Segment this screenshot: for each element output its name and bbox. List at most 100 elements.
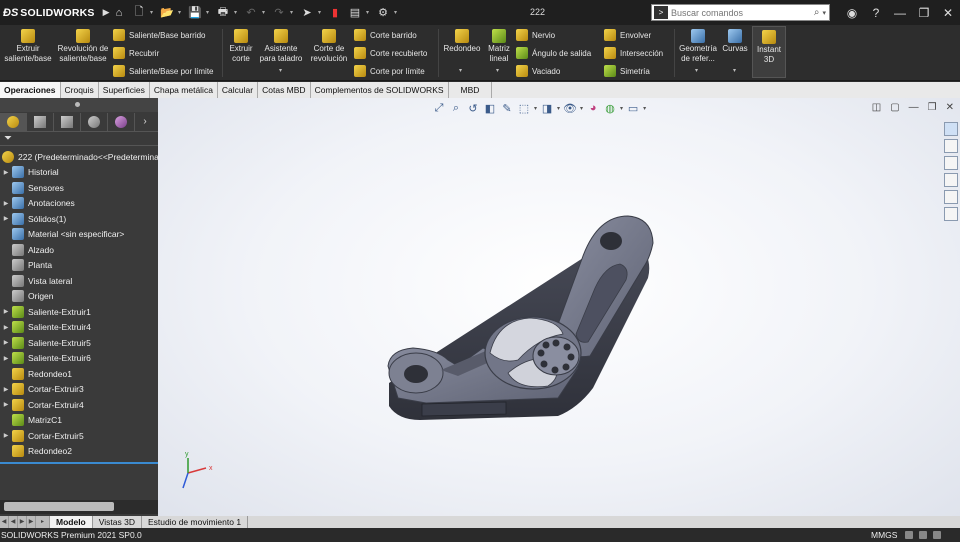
lofted-cut-button[interactable]: Corte recubierto (354, 45, 427, 61)
tree-item[interactable]: ▶ Historial (0, 165, 158, 181)
chevron-down-icon[interactable]: ▾ (150, 9, 156, 16)
close-icon[interactable]: ✕ (936, 6, 960, 20)
horizontal-scrollbar[interactable] (4, 502, 114, 511)
settings-icon[interactable] (933, 531, 941, 539)
extrude-boss-button[interactable]: Extruir saliente/base (2, 29, 54, 63)
solidworks-logo[interactable]: ƉS SOLIDWORKS ▶ (0, 7, 110, 19)
filter-icon[interactable]: ⏷ (0, 132, 158, 146)
rib-button[interactable]: Nervio (516, 27, 555, 43)
swept-cut-button[interactable]: Corte barrido (354, 27, 417, 43)
tree-item[interactable]: ▶ Saliente-Extruir6 (0, 351, 158, 367)
tree-item[interactable]: Vista lateral (0, 273, 158, 289)
redo-icon[interactable]: ↷ (270, 4, 288, 22)
tree-item[interactable]: ▶ Saliente-Extruir4 (0, 320, 158, 336)
chevron-down-icon[interactable]: ▾ (290, 9, 296, 16)
tab-evaluate[interactable]: Calcular (218, 82, 259, 98)
tab-sheet-metal[interactable]: Chapa metálica (150, 82, 218, 98)
home-icon[interactable]: ⌂ (110, 4, 128, 22)
expand-arrow-icon[interactable]: ▶ (0, 401, 12, 408)
tree-item[interactable]: MatrizC1 (0, 413, 158, 429)
dimxpert-tab-icon[interactable] (81, 112, 108, 131)
open-icon[interactable]: 📂 (158, 4, 176, 22)
tree-item[interactable]: Material <sin especificar> (0, 227, 158, 243)
chevron-down-icon[interactable]: ▾ (822, 9, 829, 17)
tree-item[interactable]: ▶ Sólidos(1) (0, 211, 158, 227)
tab-sketch[interactable]: Croquis (61, 82, 99, 98)
rebuild-icon[interactable]: ▮ (326, 4, 344, 22)
new-document-icon[interactable]: 🗋 (130, 4, 148, 22)
last-tab-icon[interactable]: ▶ (27, 516, 36, 528)
chevron-down-icon[interactable]: ▾ (366, 9, 372, 16)
search-icon[interactable]: ⌕ (814, 7, 823, 18)
chevron-down-icon[interactable]: ▾ (262, 9, 268, 16)
tree-root-part[interactable]: 222 (Predeterminado<<Predeterminado (0, 149, 158, 165)
expand-arrow-icon[interactable]: ▶ (0, 355, 12, 362)
curves-button[interactable]: Curvas (721, 29, 749, 54)
chevron-down-icon[interactable]: ▾ (733, 67, 736, 74)
chevron-down-icon[interactable]: ▾ (318, 9, 324, 16)
expand-arrow-icon[interactable]: ▶ (0, 200, 12, 207)
chevron-down-icon[interactable]: ▾ (178, 9, 184, 16)
linear-pattern-button[interactable]: Matriz lineal (484, 29, 514, 63)
lofted-boss-button[interactable]: Recubrir (113, 45, 159, 61)
featuremanager-tab-icon[interactable] (0, 112, 27, 131)
next-tab-icon[interactable]: ▶ (18, 516, 27, 528)
expand-arrow-icon[interactable]: ▶ (0, 339, 12, 346)
first-tab-icon[interactable]: ◀ (0, 516, 9, 528)
swept-boss-button[interactable]: Saliente/Base barrido (113, 27, 206, 43)
boundary-cut-button[interactable]: Corte por límite (354, 63, 425, 79)
configurationmanager-tab-icon[interactable] (54, 112, 81, 131)
reference-geometry-button[interactable]: Geometría de refer... (677, 29, 719, 63)
select-cursor-icon[interactable]: ➤ (298, 4, 316, 22)
help-icon[interactable]: ? (864, 6, 888, 20)
chevron-down-icon[interactable]: ▾ (234, 9, 240, 16)
print-icon[interactable]: 🖶 (214, 4, 232, 22)
tree-item[interactable]: ▶ Cortar-Extruir4 (0, 397, 158, 413)
tab-surfaces[interactable]: Superficies (99, 82, 150, 98)
tab-motion-study[interactable]: Estudio de movimiento 1 (142, 516, 249, 528)
tree-item[interactable]: Origen (0, 289, 158, 305)
chevron-down-icon[interactable]: ▾ (206, 9, 212, 16)
hole-wizard-button[interactable]: Asistente para taladro (257, 29, 305, 63)
chevron-down-icon[interactable]: ▾ (279, 67, 282, 74)
draft-button[interactable]: Ángulo de salida (516, 45, 591, 61)
tab-addins[interactable]: Complementos de SOLIDWORKS (311, 82, 449, 98)
search-input[interactable] (671, 7, 814, 18)
expand-arrow-icon[interactable]: ▶ (0, 432, 12, 439)
tab-features[interactable]: Operaciones (0, 82, 61, 98)
propertymanager-tab-icon[interactable] (27, 112, 54, 131)
display-manager-tab-icon[interactable] (108, 112, 135, 131)
undo-icon[interactable]: ↶ (242, 4, 260, 22)
graphics-area[interactable]: ⤢ ⌕ ↺ ◧ ✎ ⬚ ▾ ◨ ▾ 👁 ▾ ◕ ◍ ▾ ▭ ▾ ◫ ▢ — ❐ ✕ (158, 98, 960, 516)
part-model[interactable]: x y (158, 98, 960, 516)
tree-item[interactable]: ▶ Cortar-Extruir5 (0, 428, 158, 444)
tree-item[interactable]: ▶ Cortar-Extruir3 (0, 382, 158, 398)
units-selector[interactable]: MMGS (871, 528, 897, 542)
rollback-bar[interactable] (0, 462, 158, 464)
minimize-icon[interactable]: — (888, 6, 912, 20)
search-commands-box[interactable]: > ⌕ ▾ (651, 4, 830, 21)
rebuild-status-icon[interactable] (919, 531, 927, 539)
tree-item[interactable]: Redondeo1 (0, 366, 158, 382)
user-account-icon[interactable]: ◉ (840, 6, 864, 20)
instant3d-button[interactable]: Instant 3D (752, 26, 786, 78)
tab-mbd-dimensions[interactable]: Cotas MBD (258, 82, 311, 98)
revolve-boss-button[interactable]: Revolución de saliente/base (56, 29, 110, 63)
chevron-down-icon[interactable]: ▾ (695, 67, 698, 74)
tree-item[interactable]: Planta (0, 258, 158, 274)
revolved-cut-button[interactable]: Corte de revolución (306, 29, 352, 63)
extruded-cut-button[interactable]: Extruir corte (226, 29, 256, 63)
tree-item[interactable]: Alzado (0, 242, 158, 258)
tree-item[interactable]: Redondeo2 (0, 444, 158, 460)
wrap-button[interactable]: Envolver (604, 27, 651, 43)
panel-handle[interactable] (75, 102, 80, 107)
tree-item[interactable]: ▶ Saliente-Extruir5 (0, 335, 158, 351)
tree-item[interactable]: Sensores (0, 180, 158, 196)
more-tabs-icon[interactable]: ▸ (36, 516, 50, 528)
expand-arrow-icon[interactable]: ▶ (0, 169, 12, 176)
chevron-down-icon[interactable]: ▾ (496, 67, 499, 74)
tree-item[interactable]: ▶ Saliente-Extruir1 (0, 304, 158, 320)
tab-3d-views[interactable]: Vistas 3D (93, 516, 142, 528)
prev-tab-icon[interactable]: ◀ (9, 516, 18, 528)
chevron-down-icon[interactable]: ▾ (394, 9, 400, 16)
